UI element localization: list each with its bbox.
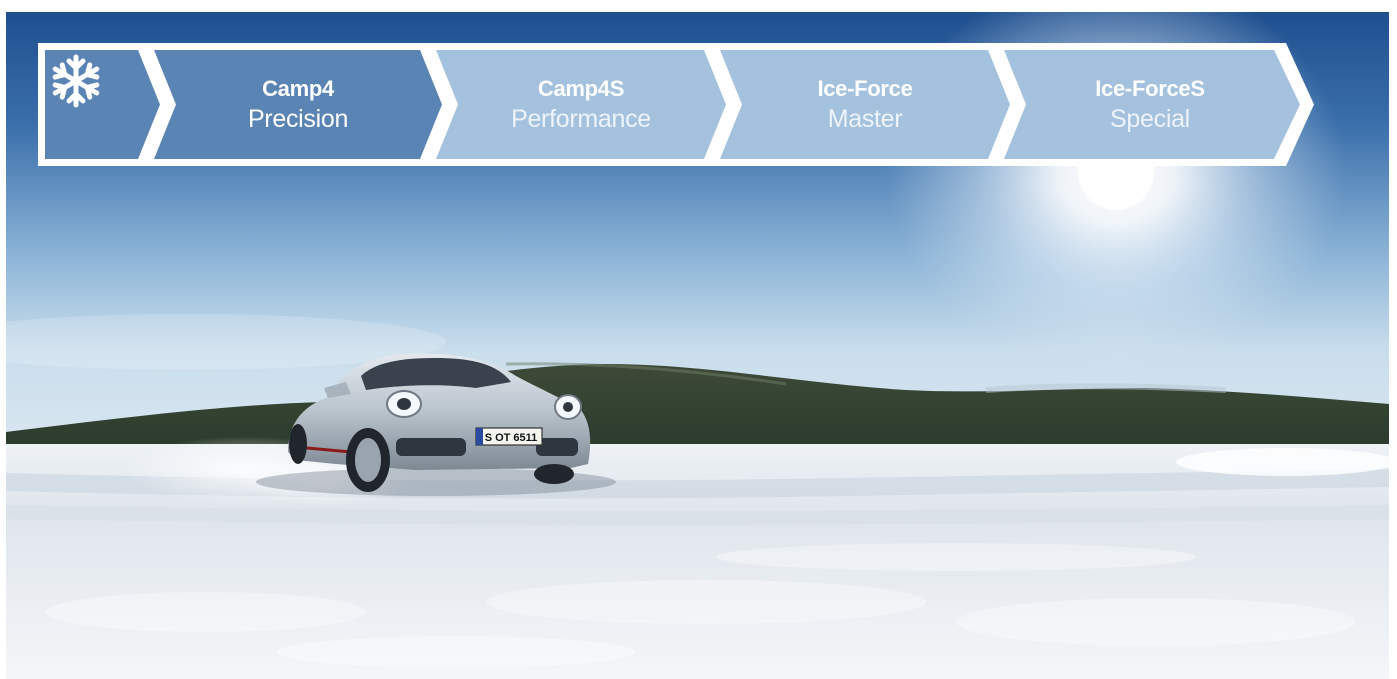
step-title: Camp4 xyxy=(262,75,334,101)
snowflake-icon xyxy=(52,54,100,108)
snowflake-home-button[interactable] xyxy=(46,51,146,158)
step-subtitle: Master xyxy=(827,104,903,133)
license-plate: S OT 6511 xyxy=(485,432,538,444)
step-title: Camp4S xyxy=(537,75,625,101)
program-step-navigation: Camp4 Precision Camp4S Performance Ice-F… xyxy=(38,43,1314,166)
step-title: Ice-Force xyxy=(817,75,913,101)
step-title: Ice-ForceS xyxy=(1095,75,1205,101)
step-subtitle: Precision xyxy=(247,104,349,133)
step-ice-forces[interactable]: Ice-ForceS Special xyxy=(1026,43,1274,166)
step-subtitle: Special xyxy=(1110,104,1190,133)
step-subtitle: Performance xyxy=(511,104,651,133)
step-ice-force[interactable]: Ice-Force Master xyxy=(742,43,988,166)
step-camp4s[interactable]: Camp4S Performance xyxy=(458,43,704,166)
step-camp4[interactable]: Camp4 Precision xyxy=(176,43,420,166)
